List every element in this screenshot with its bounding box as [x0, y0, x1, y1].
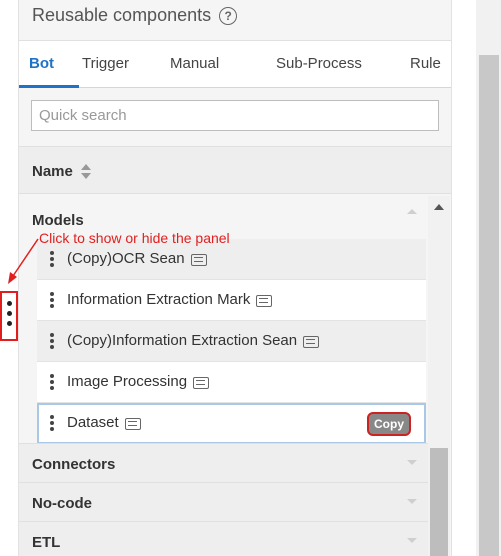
bot-icon: [190, 253, 207, 266]
annotation-text: Click to show or hide the panel: [39, 230, 230, 246]
group-etl-header[interactable]: ETL: [19, 521, 428, 556]
list-scrollbar-thumb[interactable]: [430, 448, 448, 556]
tab-bot[interactable]: Bot: [29, 55, 54, 72]
tab-manual[interactable]: Manual: [170, 55, 219, 72]
chevron-down-icon[interactable]: [407, 538, 417, 543]
page-scrollbar-thumb[interactable]: [479, 55, 499, 556]
list-item-label: Image Processing: [67, 373, 188, 390]
list-item-label: (Copy)OCR Sean: [67, 250, 185, 267]
tab-trigger[interactable]: Trigger: [82, 55, 129, 72]
panel-title: Reusable components ?: [32, 5, 238, 26]
list-item-label: (Copy)Information Extraction Sean: [67, 332, 298, 349]
group-nocode-header[interactable]: No-code: [19, 482, 428, 521]
drag-handle-icon[interactable]: [50, 374, 54, 390]
group-models-label: Models: [32, 212, 84, 229]
panel-title-text: Reusable components: [32, 5, 212, 25]
list-scrollbar[interactable]: [428, 196, 450, 556]
annotation-arrow-icon: [8, 238, 39, 284]
copy-button[interactable]: Copy: [367, 412, 411, 436]
group-etl-label: ETL: [32, 534, 61, 551]
chevron-up-icon[interactable]: [407, 209, 417, 214]
list-item-label: Dataset: [67, 414, 119, 431]
bot-icon: [193, 376, 210, 389]
list-item-information-extraction-mark[interactable]: Information Extraction Mark: [37, 280, 426, 321]
scroll-up-arrow-icon[interactable]: [434, 204, 444, 210]
page-scrollbar[interactable]: [476, 0, 501, 556]
tab-bar: Bot Trigger Manual Sub-Process Rule: [19, 40, 451, 88]
bot-icon: [256, 294, 273, 307]
list-item-image-processing[interactable]: Image Processing: [37, 362, 426, 403]
group-connectors-label: Connectors: [32, 456, 116, 473]
drag-handle-icon[interactable]: [50, 251, 54, 267]
chevron-down-icon[interactable]: [407, 460, 417, 465]
help-circle-icon[interactable]: ?: [219, 6, 238, 25]
bot-icon: [124, 417, 141, 430]
name-column-label: Name: [32, 163, 73, 180]
drag-handle-icon[interactable]: [50, 292, 54, 308]
name-column-header[interactable]: Name: [19, 146, 451, 194]
list-item-label: Information Extraction Mark: [67, 291, 251, 308]
panel-toggle-button[interactable]: [0, 291, 18, 341]
drag-handle-icon[interactable]: [50, 333, 54, 349]
drag-handle-icon[interactable]: [50, 415, 54, 431]
reusable-components-panel: Reusable components ? Bot Trigger Manual…: [18, 0, 452, 556]
quick-search-input[interactable]: [31, 100, 439, 131]
active-tab-indicator: [19, 85, 79, 88]
chevron-down-icon[interactable]: [407, 499, 417, 504]
tab-sub-process[interactable]: Sub-Process: [276, 55, 362, 72]
group-nocode-label: No-code: [32, 495, 92, 512]
list-item-dataset[interactable]: Dataset Copy: [37, 403, 426, 444]
bot-icon: [303, 335, 320, 348]
group-connectors-header[interactable]: Connectors: [19, 443, 428, 482]
sort-icon[interactable]: [81, 164, 91, 180]
list-item-copy-information-extraction-sean[interactable]: (Copy)Information Extraction Sean: [37, 321, 426, 362]
tab-rule[interactable]: Rule: [410, 55, 441, 72]
